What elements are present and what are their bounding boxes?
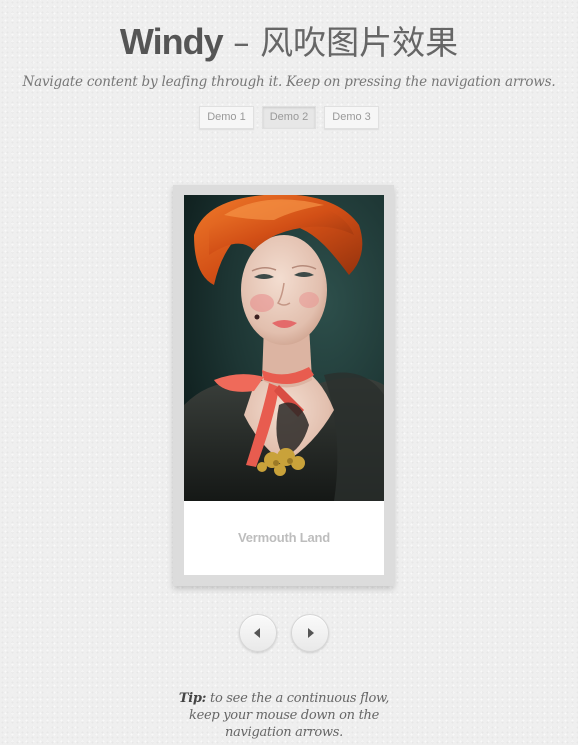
- slide-image: [184, 195, 384, 501]
- demo-1-link[interactable]: Demo 1: [199, 106, 254, 129]
- tip-text: Tip: to see the a continuous flow, keep …: [164, 690, 404, 741]
- slide-card-inner: Vermouth Land: [184, 195, 384, 575]
- slide-caption: Vermouth Land: [237, 530, 331, 545]
- prev-button[interactable]: [239, 614, 277, 652]
- next-button[interactable]: [291, 614, 329, 652]
- title-chinese: – 风吹图片效果: [222, 23, 459, 62]
- demo-links: Demo 1 Demo 2 Demo 3: [0, 106, 578, 129]
- page-header: Windy – 风吹图片效果 Navigate content by leafi…: [0, 18, 578, 90]
- arrow-left-icon: [254, 628, 260, 638]
- tip-label: Tip:: [178, 691, 207, 706]
- title-brand: Windy: [119, 21, 224, 62]
- demo-3-link[interactable]: Demo 3: [324, 106, 379, 129]
- arrow-right-icon: [308, 628, 314, 638]
- demo-2-link[interactable]: Demo 2: [261, 106, 317, 129]
- page-subtitle: Navigate content by leafing through it. …: [22, 74, 556, 90]
- slide-card: Vermouth Land: [173, 185, 394, 586]
- tip-body: to see the a continuous flow, keep your …: [189, 691, 390, 740]
- page-title: Windy – 风吹图片效果: [0, 18, 578, 66]
